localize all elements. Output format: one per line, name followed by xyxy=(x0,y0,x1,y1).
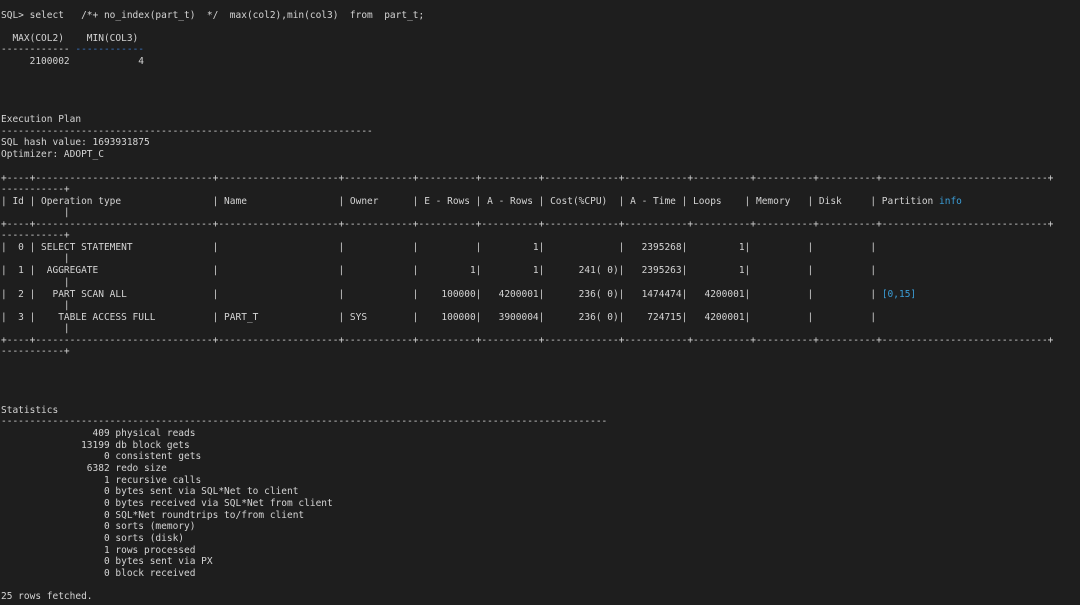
plan-table-row-text: | 2 | PART SCAN ALL | | | 100000| 420000… xyxy=(1,289,882,300)
plan-table-row: | 0 | SELECT STATEMENT | | | | 1| | 2395… xyxy=(1,242,877,253)
partition-range-link[interactable]: [0,15] xyxy=(882,289,916,300)
statistic-item: 0 consistent gets xyxy=(1,451,202,462)
statistic-item: 0 block received xyxy=(1,568,196,579)
result-header-separator: ------------ ------------ xyxy=(1,44,144,56)
execution-plan-title: Execution Plan xyxy=(1,114,82,125)
plan-table-header-border: +----+-------------------------------+--… xyxy=(1,219,1054,230)
separator-max-col2: ------------ xyxy=(1,44,70,55)
statistic-item: 0 sorts (disk) xyxy=(1,533,185,544)
plan-table-row-wrap: | xyxy=(1,300,70,311)
separator-min-col3: ------------ xyxy=(75,44,145,55)
statistic-item: 6382 redo size xyxy=(1,463,167,474)
rows-fetched-footer: 25 rows fetched. xyxy=(1,591,93,602)
sql-hash-value: SQL hash value: 1693931875 xyxy=(1,137,150,148)
optimizer-label: Optimizer: ADOPT_C xyxy=(1,149,104,160)
statistics-rule: ----------------------------------------… xyxy=(1,416,608,427)
statistic-item: 0 bytes received via SQL*Net from client xyxy=(1,498,333,509)
result-row: 2100002 4 xyxy=(1,56,144,67)
plan-table-header: | Id | Operation type | Name | Owner | E… xyxy=(1,196,962,208)
result-column-headers: MAX(COL2) MIN(COL3) xyxy=(1,33,139,44)
plan-table-row: | 1 | AGGREGATE | | | 1| 1| 241( 0)| 239… xyxy=(1,265,877,276)
plan-table-row-wrap: | xyxy=(1,277,70,288)
plan-table-bottom-border-tail: -----------+ xyxy=(1,346,70,357)
plan-table-row-wrap: | xyxy=(1,253,70,264)
plan-table-header-border-tail: -----------+ xyxy=(1,230,70,241)
statistic-item: 0 bytes sent via SQL*Net to client xyxy=(1,486,299,497)
plan-table-row: | 3 | TABLE ACCESS FULL | PART_T | SYS |… xyxy=(1,312,877,323)
plan-table-top-border: +----+-------------------------------+--… xyxy=(1,173,1054,184)
execution-plan-rule: ----------------------------------------… xyxy=(1,126,373,137)
statistics-title: Statistics xyxy=(1,405,59,416)
sql-query-line: SQL> select /*+ no_index(part_t) */ max(… xyxy=(1,10,425,21)
plan-table-header-text: | Id | Operation type | Name | Owner | E… xyxy=(1,196,939,207)
plan-table-row: | 2 | PART SCAN ALL | | | 100000| 420000… xyxy=(1,289,916,301)
statistic-item: 1 rows processed xyxy=(1,545,196,556)
statistic-item: 409 physical reads xyxy=(1,428,196,439)
plan-table-bottom-border: +----+-------------------------------+--… xyxy=(1,335,1054,346)
plan-table-header-wrap: | xyxy=(1,207,70,218)
statistic-item: 0 SQL*Net roundtrips to/from client xyxy=(1,510,305,521)
statistic-item: 0 bytes sent via PX xyxy=(1,556,213,567)
statistic-item: 13199 db block gets xyxy=(1,440,190,451)
statistic-item: 0 sorts (memory) xyxy=(1,521,196,532)
plan-table-top-border-tail: -----------+ xyxy=(1,184,70,195)
plan-table-row-wrap: | xyxy=(1,323,70,334)
statistic-item: 1 recursive calls xyxy=(1,475,202,486)
terminal-window[interactable]: SQL> select /*+ no_index(part_t) */ max(… xyxy=(0,0,1080,605)
partition-info-link[interactable]: info xyxy=(939,196,962,207)
